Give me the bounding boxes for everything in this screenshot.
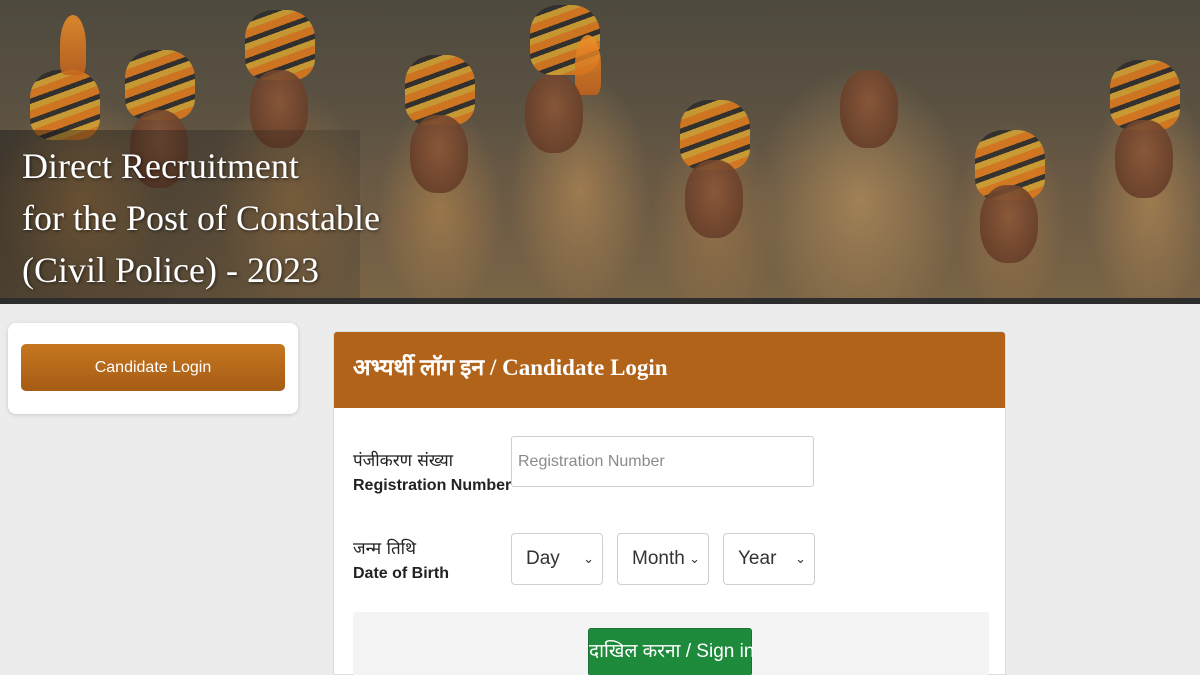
- candidate-login-button[interactable]: Candidate Login: [21, 344, 285, 391]
- registration-number-input[interactable]: [511, 436, 814, 487]
- banner-photo-element: [685, 160, 743, 238]
- login-panel-header: अभ्यर्थी लॉग इन / Candidate Login: [334, 332, 1005, 408]
- banner-photo-element: [60, 15, 86, 75]
- banner-photo-element: [980, 185, 1038, 263]
- sidebar-card: Candidate Login: [8, 323, 298, 414]
- banner-title: Direct Recruitment for the Post of Const…: [22, 140, 380, 296]
- registration-label-hindi: पंजीकरण संख्या: [353, 451, 454, 471]
- banner-photo-element: [525, 75, 583, 153]
- submit-area: दाखिल करना / Sign in: [353, 612, 989, 675]
- year-select[interactable]: Year ⌄: [723, 533, 815, 585]
- registration-number-label: पंजीकरण संख्या Registration Number: [353, 448, 511, 495]
- year-select-value: Year: [738, 548, 777, 569]
- chevron-down-icon: ⌄: [795, 551, 806, 566]
- dob-label-hindi: जन्म तिथि: [353, 539, 416, 559]
- banner-photo-element: [1115, 120, 1173, 198]
- sign-in-button[interactable]: दाखिल करना / Sign in: [588, 628, 754, 675]
- login-panel-title: अभ्यर्थी लॉग इन / Candidate Login: [353, 355, 668, 380]
- chevron-down-icon: ⌄: [583, 551, 594, 566]
- registration-label-english: Registration Number: [353, 477, 512, 494]
- day-select[interactable]: Day ⌄: [511, 533, 603, 585]
- banner-title-line: Direct Recruitment: [22, 146, 299, 186]
- day-select-value: Day: [526, 548, 560, 569]
- login-panel: अभ्यर्थी लॉग इन / Candidate Login पंजीकर…: [333, 331, 1006, 675]
- date-of-birth-label: जन्म तिथि Date of Birth: [353, 536, 449, 583]
- banner-title-line: for the Post of Constable: [22, 198, 380, 238]
- chevron-down-icon: ⌄: [689, 551, 700, 566]
- banner-photo-element: [410, 115, 468, 193]
- banner-divider: [0, 298, 1200, 304]
- month-select-value: Month: [632, 548, 685, 569]
- month-select[interactable]: Month ⌄: [617, 533, 709, 585]
- header-banner: Direct Recruitment for the Post of Const…: [0, 0, 1200, 298]
- banner-photo-element: [840, 70, 898, 148]
- dob-label-english: Date of Birth: [353, 565, 449, 582]
- banner-title-line: (Civil Police) - 2023: [22, 250, 319, 290]
- banner-photo-element: [575, 35, 601, 95]
